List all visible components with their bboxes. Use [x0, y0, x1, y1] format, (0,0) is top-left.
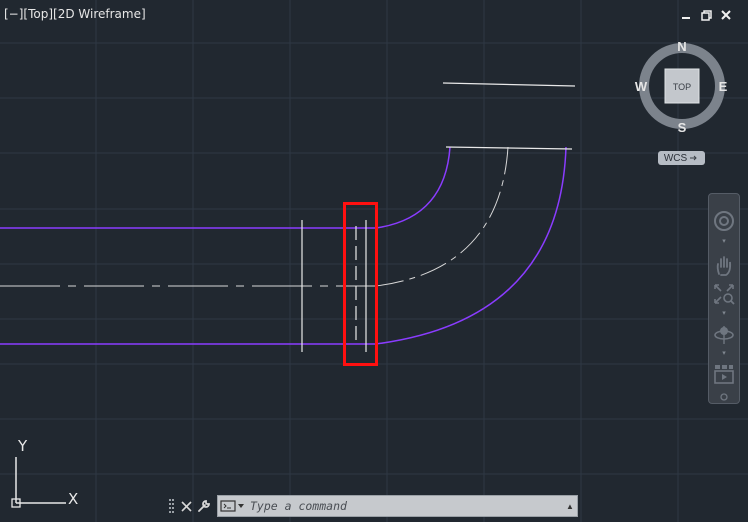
close-icon[interactable] [720, 9, 732, 21]
ucs-icon: Y X [11, 437, 78, 508]
viewport-controls-label[interactable]: [−][Top][2D Wireframe] [4, 7, 146, 21]
navbar-customize-icon[interactable] [709, 392, 739, 402]
wcs-menu-button[interactable]: WCS [658, 151, 705, 165]
compass-south[interactable]: S [678, 120, 687, 134]
minimize-icon[interactable] [680, 9, 692, 21]
compass-north[interactable]: N [677, 39, 686, 54]
ucs-x-label: X [68, 490, 78, 508]
elbow-centerline[interactable] [375, 146, 509, 287]
zoom-dropdown-icon[interactable]: ▾ [709, 308, 739, 318]
steering-wheel-icon[interactable] [709, 206, 739, 236]
pipe-elbow[interactable] [375, 82, 576, 345]
command-prompt-icon[interactable] [218, 496, 248, 516]
compass-east[interactable]: E [719, 79, 728, 94]
zoom-extents-icon[interactable] [709, 280, 739, 308]
compass-west[interactable]: W [635, 79, 648, 94]
orbit-icon[interactable] [709, 320, 739, 348]
elbow-top-line[interactable] [442, 82, 576, 87]
navigation-bar: ▾ ▾ ▾ [708, 193, 740, 404]
command-line: ▲ [167, 494, 578, 518]
restore-icon[interactable] [700, 9, 712, 21]
elbow-outer-arc[interactable] [375, 146, 567, 345]
command-input[interactable] [248, 499, 563, 513]
orbit-dropdown-icon[interactable]: ▾ [709, 348, 739, 358]
steering-wheel-dropdown-icon[interactable]: ▾ [709, 236, 739, 246]
command-input-box[interactable]: ▲ [217, 495, 578, 517]
ucs-y-label: Y [17, 437, 28, 455]
pan-icon[interactable] [709, 252, 739, 280]
command-line-close-icon[interactable] [177, 496, 195, 516]
command-line-grip-icon[interactable] [167, 496, 177, 516]
viewcube[interactable]: TOP N S E W [634, 38, 730, 134]
pipe-straight-section[interactable] [0, 220, 376, 352]
customize-wrench-icon[interactable] [195, 496, 213, 516]
showmotion-icon[interactable] [709, 360, 739, 388]
elbow-end-line[interactable] [445, 146, 573, 150]
wcs-dropdown-icon [690, 155, 697, 161]
viewport-window-controls [680, 9, 732, 21]
viewcube-face-label: TOP [673, 82, 691, 92]
command-history-arrow-icon[interactable]: ▲ [563, 496, 577, 516]
wcs-label: WCS [663, 152, 688, 164]
